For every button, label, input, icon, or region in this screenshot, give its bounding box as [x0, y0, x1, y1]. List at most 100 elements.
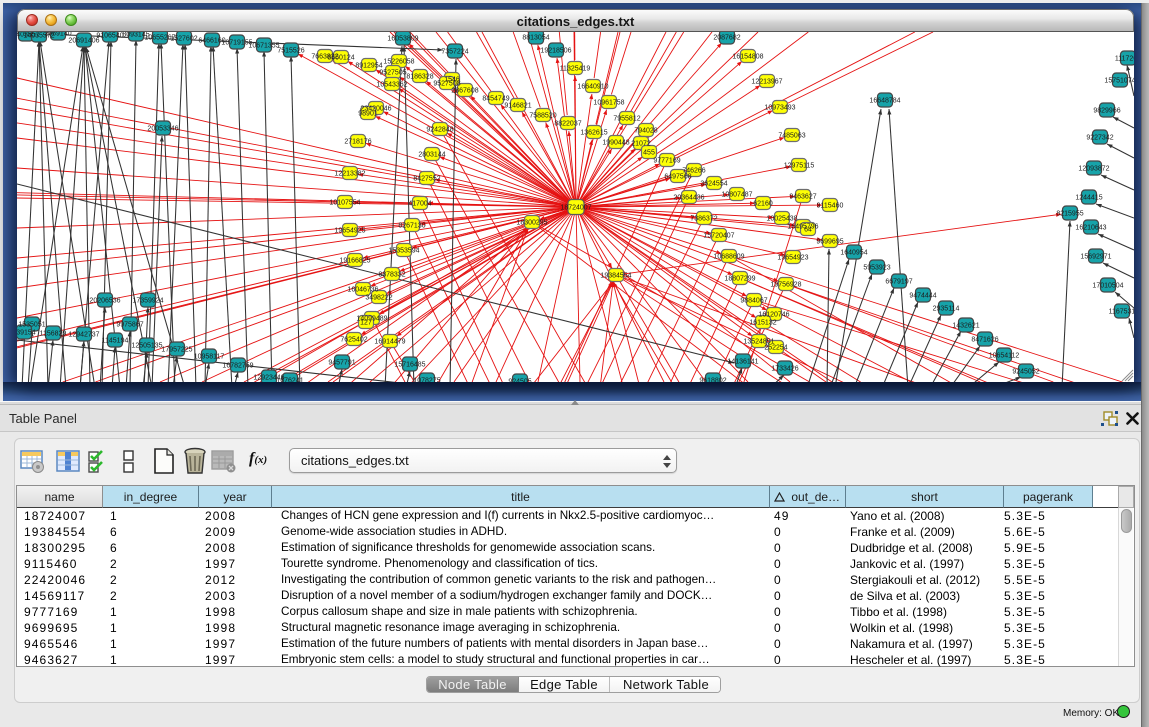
svg-text:10961758: 10961758: [593, 100, 624, 107]
svg-text:12942737: 12942737: [68, 332, 99, 339]
svg-text:12975115: 12975115: [784, 163, 815, 170]
svg-text:14136141: 14136141: [727, 359, 758, 366]
svg-text:9227342: 9227342: [1086, 135, 1113, 142]
svg-text:12213382: 12213382: [334, 171, 365, 178]
svg-text:2867608: 2867608: [451, 88, 478, 95]
svg-text:1640954: 1640954: [840, 250, 867, 257]
svg-text:15226058: 15226058: [383, 59, 414, 66]
svg-text:1078275: 1078275: [413, 378, 440, 383]
svg-text:1156829: 1156829: [40, 331, 67, 338]
svg-text:19654923: 19654923: [777, 255, 808, 262]
svg-text:20691406: 20691406: [68, 38, 99, 45]
svg-text:1733426: 1733426: [771, 366, 798, 373]
svg-text:16648784: 16648784: [869, 98, 900, 105]
svg-text:8471626: 8471626: [971, 337, 998, 344]
svg-text:20364436: 20364436: [673, 195, 704, 202]
svg-text:746266: 746266: [682, 168, 705, 175]
svg-text:10654112: 10654112: [989, 353, 1020, 360]
svg-text:1244415: 1244415: [1075, 195, 1102, 202]
svg-text:10025438: 10025438: [766, 216, 797, 223]
svg-text:1145194: 1145194: [102, 338, 129, 345]
svg-text:16046736: 16046736: [347, 287, 378, 294]
svg-text:9975867: 9975867: [116, 322, 143, 329]
svg-text:1615132: 1615132: [749, 320, 776, 327]
svg-text:19384554: 19384554: [600, 273, 631, 280]
svg-text:9618802: 9618802: [699, 378, 726, 383]
svg-text:16640910: 16640910: [577, 84, 608, 91]
svg-text:16782759: 16782759: [222, 363, 253, 370]
svg-text:8822037: 8822037: [554, 121, 581, 128]
svg-text:2803144: 2803144: [418, 152, 445, 159]
svg-text:6497568: 6497568: [664, 174, 691, 181]
svg-text:2718176: 2718176: [344, 139, 371, 146]
svg-text:15720407: 15720407: [703, 233, 734, 240]
svg-text:10688609: 10688609: [713, 254, 744, 261]
svg-text:6679197: 6679197: [885, 279, 912, 286]
svg-text:10671355: 10671355: [248, 43, 279, 50]
svg-text:939154: 939154: [17, 330, 36, 337]
svg-text:8813054: 8813054: [522, 35, 549, 42]
svg-text:9463627: 9463627: [789, 194, 816, 201]
svg-text:8454749: 8454749: [482, 96, 509, 103]
svg-text:21072: 21072: [631, 141, 651, 148]
svg-text:1432621: 1432621: [952, 323, 979, 330]
svg-text:1167531: 1167531: [1109, 309, 1134, 316]
svg-text:18724007: 18724007: [560, 205, 591, 212]
svg-text:8912954: 8912954: [355, 63, 382, 70]
svg-text:9829966: 9829966: [1093, 108, 1120, 115]
svg-text:9115460: 9115460: [817, 203, 844, 210]
svg-text:9777169: 9777169: [653, 158, 680, 165]
svg-text:16495796: 16495796: [787, 224, 818, 231]
svg-text:15716485: 15716485: [394, 362, 425, 369]
svg-text:2935114: 2935114: [933, 306, 960, 313]
svg-text:1990448: 1990448: [602, 140, 629, 147]
svg-text:3498222: 3498222: [365, 295, 392, 302]
svg-text:7588520: 7588520: [529, 113, 556, 120]
svg-text:98901: 98901: [358, 111, 378, 118]
svg-text:7955812: 7955812: [613, 116, 640, 123]
svg-text:9884067: 9884067: [740, 298, 767, 305]
svg-text:19166825: 19166825: [339, 258, 370, 265]
svg-text:9474444: 9474444: [909, 293, 936, 300]
svg-text:16210643: 16210643: [1075, 225, 1106, 232]
svg-text:7625402: 7625402: [340, 337, 367, 344]
svg-text:10807487: 10807487: [721, 192, 752, 199]
svg-text:7485063: 7485063: [778, 133, 805, 140]
svg-text:19756928: 19756928: [770, 282, 801, 289]
svg-text:3624554: 3624554: [700, 181, 727, 188]
svg-text:1362615: 1362615: [580, 130, 607, 137]
svg-text:64: 64: [804, 227, 812, 234]
svg-text:9527505: 9527505: [379, 70, 406, 77]
svg-text:252254: 252254: [764, 345, 787, 352]
svg-text:16914479: 16914479: [374, 339, 405, 346]
svg-text:12505135: 12505135: [131, 343, 162, 350]
svg-text:7515526: 7515526: [277, 48, 304, 55]
svg-text:17957225: 17957225: [161, 347, 192, 354]
svg-text:1676241: 1676241: [276, 378, 303, 383]
svg-text:8267130: 8267130: [398, 223, 425, 230]
svg-text:18807299: 18807299: [724, 276, 755, 283]
svg-text:8186328: 8186328: [406, 74, 433, 81]
svg-text:16120746: 16120746: [758, 312, 789, 319]
svg-text:10958117: 10958117: [194, 354, 225, 361]
svg-text:924505: 924505: [508, 379, 531, 383]
svg-text:17359924: 17359924: [132, 298, 163, 305]
svg-text:18300295: 18300295: [516, 220, 547, 227]
svg-text:9242848: 9242848: [426, 127, 453, 134]
svg-text:9699695: 9699695: [816, 239, 843, 246]
svg-text:19218506: 19218506: [540, 48, 571, 55]
svg-text:455: 455: [643, 150, 655, 157]
svg-text:12213967: 12213967: [751, 79, 782, 86]
svg-text:19654925: 19654925: [334, 228, 365, 235]
svg-text:16154808: 16154808: [732, 54, 763, 61]
svg-text:15692971: 15692971: [1080, 254, 1111, 261]
svg-text:16053809: 16053809: [387, 36, 418, 43]
svg-text:10107554: 10107554: [329, 200, 360, 207]
svg-text:10973493: 10973493: [764, 105, 795, 112]
svg-text:12093872: 12093872: [1078, 166, 1109, 173]
svg-text:794028: 794028: [634, 128, 657, 135]
svg-text:2087682: 2087682: [713, 35, 740, 42]
svg-text:9527508: 9527508: [433, 81, 460, 88]
svg-text:9146821: 9146821: [504, 103, 531, 110]
svg-text:10543362: 10543362: [376, 82, 407, 89]
